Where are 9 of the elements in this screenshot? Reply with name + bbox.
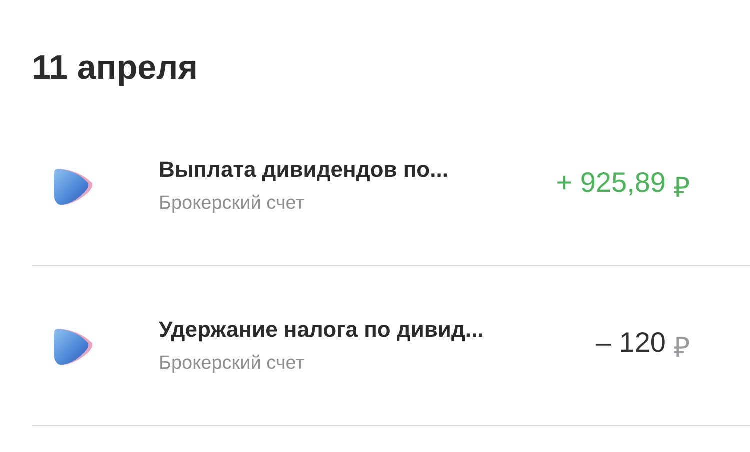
- amount-value: + 925,89: [556, 166, 666, 200]
- account-label: Брокерский счет: [159, 192, 306, 214]
- operation-title: Удержание налога по дивид...: [159, 316, 485, 342]
- currency-sign: ₽: [674, 170, 690, 204]
- operation-title: Выплата дивидендов по...: [159, 156, 450, 182]
- account-label: Брокерский счет: [159, 352, 306, 374]
- currency-sign: ₽: [674, 330, 690, 364]
- amount-value: – 120: [596, 326, 666, 360]
- date-heading: 11 апреля: [32, 48, 199, 89]
